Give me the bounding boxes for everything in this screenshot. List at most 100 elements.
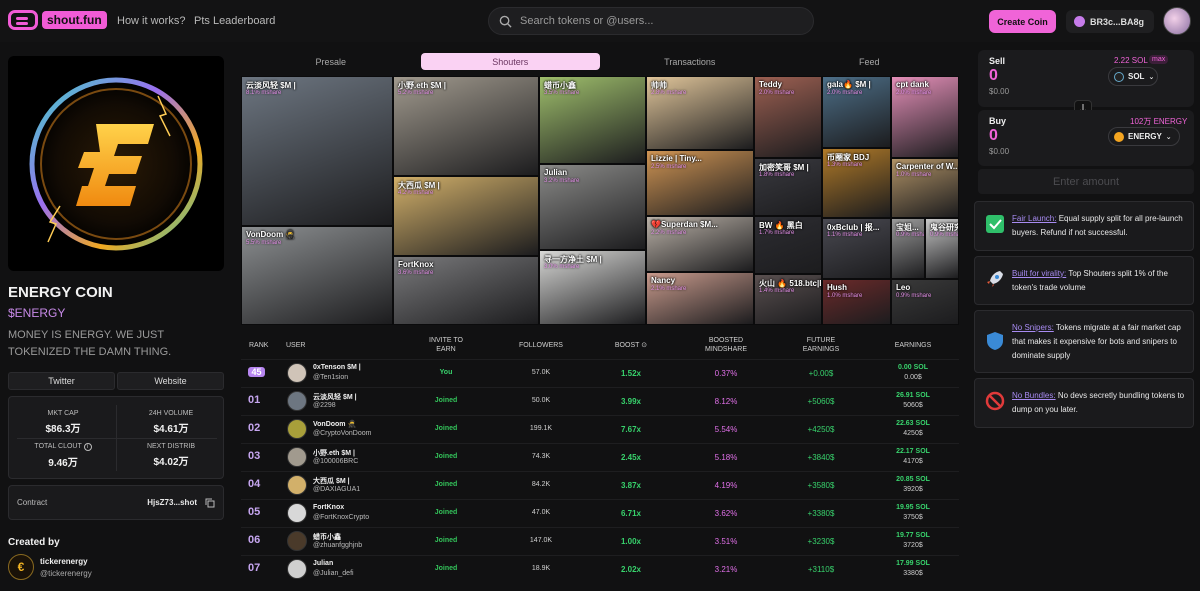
shouter-tile[interactable]: 蜡币小鑫 3.5% mshare xyxy=(539,76,646,164)
user-avatar[interactable] xyxy=(287,559,307,579)
user-name[interactable]: 蜡币小鑫 xyxy=(313,532,341,542)
shouter-tile[interactable]: FortKnox 3.6% mshare xyxy=(393,256,539,325)
max-button[interactable]: max xyxy=(1149,55,1169,64)
search-input[interactable] xyxy=(520,15,780,27)
info-icon[interactable]: i xyxy=(83,443,92,451)
earnings-sol: 26.91 SOL xyxy=(896,392,930,399)
shouter-tile[interactable]: Julian 3.2% mshare xyxy=(539,164,646,250)
shouter-tile[interactable]: VonDoom 🥷 5.5% mshare xyxy=(241,226,393,325)
user-name[interactable]: 大西瓜 $M | xyxy=(313,476,350,486)
user-avatar[interactable] xyxy=(287,475,307,495)
shouter-tile[interactable]: 寻一方净土 $M | 3.0% mshare xyxy=(539,250,646,325)
copy-icon[interactable] xyxy=(205,498,215,508)
creator-avatar[interactable]: € xyxy=(8,554,34,580)
tile-name: Leo xyxy=(896,283,911,292)
rocket-icon xyxy=(987,271,1003,287)
user-avatar[interactable] xyxy=(287,503,307,523)
nav-pts-leaderboard[interactable]: Pts Leaderboard xyxy=(194,15,275,27)
tab-feed[interactable]: Feed xyxy=(780,53,960,70)
table-row[interactable]: 04 大西瓜 $M | @DAXIAGUA1 Joined 84.2K 3.87… xyxy=(241,471,959,498)
creator-name[interactable]: tickerenergy xyxy=(40,557,88,566)
boost-value: 2.02x xyxy=(620,565,642,574)
nav-how-it-works[interactable]: How it works? xyxy=(117,15,185,27)
shouter-tile[interactable]: 💔Superdan $M... 2.2% mshare xyxy=(646,216,754,272)
tile-name: Hush xyxy=(827,283,847,292)
contract-address[interactable]: HjsZ73...shot xyxy=(147,498,197,507)
tile-mindshare: 1.4% mshare xyxy=(759,288,795,294)
stat-label-text: TOTAL CLOUT xyxy=(34,443,82,450)
tile-name: Carpenter of W... xyxy=(896,162,959,171)
create-coin-button[interactable]: Create Coin xyxy=(989,10,1056,33)
user-name[interactable]: 0xTenson $M | xyxy=(313,364,361,371)
stat-total-clout: TOTAL CLOUT i 9.46万 xyxy=(9,443,117,469)
invite-status: Joined xyxy=(434,537,458,544)
user-avatar[interactable] xyxy=(287,419,307,439)
shouter-tile[interactable]: cpt dank 2.0% mshare xyxy=(891,76,959,158)
info-icon[interactable]: ⊙ xyxy=(641,342,647,349)
logo[interactable]: shout.fun xyxy=(8,10,107,30)
table-row[interactable]: 05 FortKnox @FortKnoxCrypto Joined 47.0K… xyxy=(241,499,959,526)
future-earnings: +4250$ xyxy=(807,425,835,434)
tab-transactions[interactable]: Transactions xyxy=(600,53,780,70)
shouter-tile[interactable]: Leo 0.9% mshare xyxy=(891,279,959,325)
shouter-tile[interactable]: 大西瓜 $M | 4.2% mshare xyxy=(393,176,539,256)
feature-text: Fair Launch: Equal supply split for all … xyxy=(1012,212,1188,240)
shouter-tile[interactable]: 火山 🔥 518.btc|Bir...1.4% mshare xyxy=(754,274,822,325)
coin-ticker: $ENERGY xyxy=(8,306,66,320)
user-avatar[interactable] xyxy=(287,531,307,551)
table-row[interactable]: 07 Julian @Julian_defi Joined 18.9K 2.02… xyxy=(241,555,959,582)
user-name[interactable]: 小野.eth $M | xyxy=(313,448,355,458)
stat-value: $86.3万 xyxy=(45,424,81,435)
user-name[interactable]: VonDoom 🥷 xyxy=(313,420,356,428)
shouter-tile[interactable]: 加密笑哥 $M | 1.8% mshare xyxy=(754,158,822,216)
search-bar[interactable] xyxy=(488,7,814,35)
website-button[interactable]: Website xyxy=(117,372,224,390)
created-by-heading: Created by xyxy=(8,537,60,548)
shouter-tile[interactable]: 帅帅 2.8% mshare xyxy=(646,76,754,150)
stat-value: 9.46万 xyxy=(48,458,78,469)
shouter-tile[interactable]: Nancy 2.1% mshare xyxy=(646,272,754,325)
user-name[interactable]: 云淡风轻 $M | xyxy=(313,392,357,402)
table-row[interactable]: 45 0xTenson $M | @Ten1sion You 57.0K 1.5… xyxy=(241,359,959,386)
sell-usd: $0.00 xyxy=(989,87,1010,96)
tab-shouters[interactable]: Shouters xyxy=(420,53,600,70)
future-earnings: +3110$ xyxy=(807,565,835,574)
user-avatar[interactable] xyxy=(287,363,307,383)
buy-input[interactable]: 0 xyxy=(989,127,998,145)
shouter-tile[interactable]: 币圈家 BDJ 1.3% mshare xyxy=(822,148,891,218)
shouter-tile[interactable]: Teddy 2.0% mshare xyxy=(754,76,822,158)
shouter-tile[interactable]: 宝姐...0.9% mshare xyxy=(891,218,925,279)
user-avatar[interactable] xyxy=(287,391,307,411)
profile-avatar[interactable] xyxy=(1163,7,1191,35)
shouter-tile[interactable]: 鬼谷研究...0.9% mshare xyxy=(925,218,959,279)
enter-amount-button[interactable]: Enter amount xyxy=(978,169,1194,194)
shouter-tile[interactable]: 0xBclub | 报... 1.1% mshare xyxy=(822,218,891,279)
user-handle: @DAXIAGUA1 xyxy=(313,486,361,493)
tile-mindshare: 5.5% mshare xyxy=(246,240,282,246)
tile-mindshare: 1.0% mshare xyxy=(827,293,863,299)
stat-value: $4.61万 xyxy=(153,424,189,435)
shouter-tile[interactable]: BW 🔥 黑白 1.7% mshare xyxy=(754,216,822,274)
shouter-tile[interactable]: Carpenter of W... 1.0% mshare xyxy=(891,158,959,218)
table-row[interactable]: 02 VonDoom 🥷 @CryptoVonDoom Joined 199.1… xyxy=(241,415,959,442)
shouter-tile[interactable]: gala🔥 $M | 2.0% mshare xyxy=(822,76,891,148)
wallet-button[interactable]: BR3c...BA8g xyxy=(1066,10,1154,33)
shouter-tile[interactable]: 小野.eth $M | 5.2% mshare xyxy=(393,76,539,176)
shouter-tile[interactable]: Lizzie | Tiny... 2.5% mshare xyxy=(646,150,754,216)
future-earnings: +3380$ xyxy=(807,509,835,518)
shouter-tile[interactable]: 云淡风轻 $M | 8.1% mshare xyxy=(241,76,393,226)
sell-input[interactable]: 0 xyxy=(989,67,998,85)
sell-token-select[interactable]: SOL ⌄ xyxy=(1108,67,1158,86)
user-name[interactable]: FortKnox xyxy=(313,504,344,511)
twitter-button[interactable]: Twitter xyxy=(8,372,115,390)
user-name[interactable]: Julian xyxy=(313,560,333,567)
table-row[interactable]: 03 小野.eth $M | @100006BRC Joined 74.3K 2… xyxy=(241,443,959,470)
shouter-tile[interactable]: Hush 1.0% mshare xyxy=(822,279,891,325)
table-row[interactable]: 06 蜡币小鑫 @zhuanfgghjnb Joined 147.0K 1.00… xyxy=(241,527,959,554)
tab-presale[interactable]: Presale xyxy=(241,53,421,70)
buy-token-select[interactable]: ENERGY ⌄ xyxy=(1108,127,1180,146)
earnings-sol: 19.95 SOL xyxy=(896,504,930,511)
table-row[interactable]: 01 云淡风轻 $M | @2298 Joined 50.0K 3.99x 8.… xyxy=(241,387,959,414)
user-avatar[interactable] xyxy=(287,447,307,467)
chevron-down-icon: ⌄ xyxy=(1165,133,1172,141)
